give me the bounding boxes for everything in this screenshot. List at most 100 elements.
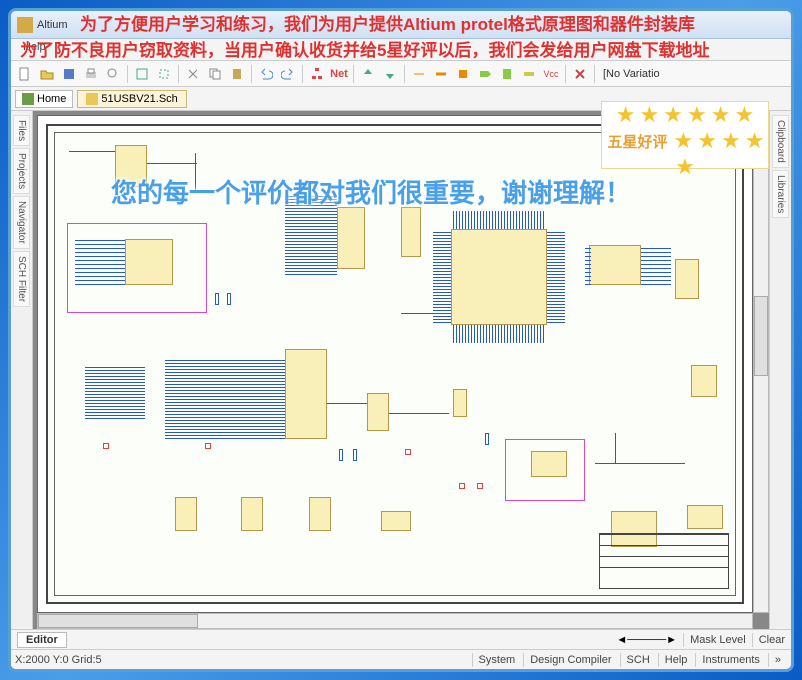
- place-wire-icon[interactable]: [409, 64, 429, 84]
- ic-component: [175, 497, 197, 531]
- ic-component: [453, 389, 467, 417]
- horizontal-scrollbar[interactable]: [37, 613, 753, 629]
- star-icon: ★: [711, 102, 731, 128]
- ic-component: [691, 365, 717, 397]
- ic-component: [125, 239, 173, 285]
- hierarchy-icon[interactable]: [307, 64, 327, 84]
- tab-projects[interactable]: Projects: [13, 148, 30, 194]
- down-icon[interactable]: [380, 64, 400, 84]
- tab-files[interactable]: Files: [13, 115, 30, 146]
- redo-icon[interactable]: [278, 64, 298, 84]
- wire: [147, 163, 197, 164]
- toolbar: Net Vcc [No Variatio: [11, 61, 791, 87]
- panel-sch[interactable]: SCH: [620, 653, 656, 667]
- ic-component: [381, 511, 411, 531]
- ic-component: [241, 497, 263, 531]
- app-icon: [17, 17, 33, 33]
- copy-icon[interactable]: [205, 64, 225, 84]
- open-icon[interactable]: [37, 64, 57, 84]
- overlay-text-2: 为了防不良用户窃取资料，当用户确认收货并给5星好评以后，我们会发给用户网盘下载地…: [20, 36, 792, 61]
- wire: [69, 151, 115, 152]
- star-icon: ★: [674, 128, 694, 154]
- pin-cluster: [547, 231, 565, 323]
- ic-component: [285, 349, 327, 439]
- cross-icon[interactable]: [570, 64, 590, 84]
- wire: [615, 433, 616, 463]
- panel-design-compiler[interactable]: Design Compiler: [523, 653, 617, 667]
- zoom-area-icon[interactable]: [154, 64, 174, 84]
- tab-clipboard[interactable]: Clipboard: [772, 115, 789, 168]
- place-power-icon[interactable]: Vcc: [541, 64, 561, 84]
- statusbar: X:2000 Y:0 Grid:5 System Design Compiler…: [11, 649, 791, 669]
- scroll-thumb[interactable]: [754, 296, 768, 376]
- editor-tab-bar: Editor ◄─────► Mask Level Clear: [11, 629, 791, 649]
- separator: [251, 65, 252, 83]
- vertical-scrollbar[interactable]: [753, 115, 769, 613]
- home-button[interactable]: Home: [15, 90, 73, 108]
- panel-instruments[interactable]: Instruments: [695, 653, 765, 667]
- star-icon: ★: [640, 102, 660, 128]
- star-icon: ★: [616, 102, 636, 128]
- star-icon: ★: [745, 128, 765, 154]
- star-icon: ★: [687, 102, 707, 128]
- cut-icon[interactable]: [183, 64, 203, 84]
- right-panel-rail: Clipboard Libraries: [769, 111, 791, 629]
- tab-libraries[interactable]: Libraries: [772, 170, 789, 218]
- document-tab[interactable]: 51USBV21.Sch: [77, 90, 186, 108]
- place-part-icon[interactable]: [453, 64, 473, 84]
- home-icon: [22, 93, 34, 105]
- capacitor: [103, 443, 109, 449]
- ic-component: [675, 259, 699, 299]
- paste-icon[interactable]: [227, 64, 247, 84]
- panel-system[interactable]: System: [472, 653, 522, 667]
- document-tab-label: 51USBV21.Sch: [101, 93, 177, 105]
- wire: [389, 413, 449, 414]
- slider-icon[interactable]: ◄─────►: [610, 634, 683, 646]
- separator: [565, 65, 566, 83]
- up-icon[interactable]: [358, 64, 378, 84]
- separator: [404, 65, 405, 83]
- place-sheet-icon[interactable]: [497, 64, 517, 84]
- save-icon[interactable]: [59, 64, 79, 84]
- net-icon[interactable]: Net: [329, 64, 349, 84]
- app-title: Altium: [37, 19, 68, 31]
- zoom-fit-icon[interactable]: [132, 64, 152, 84]
- place-bus-icon[interactable]: [431, 64, 451, 84]
- wire: [595, 463, 685, 464]
- panel-help[interactable]: Help: [658, 653, 694, 667]
- ic-component: [531, 451, 567, 477]
- ic-component: [589, 245, 641, 285]
- pin-cluster: [433, 231, 451, 323]
- star-icon: ★: [721, 128, 741, 154]
- wire: [327, 403, 367, 404]
- schematic-icon: [86, 93, 98, 105]
- pin-cluster: [453, 211, 545, 229]
- mask-level-button[interactable]: Mask Level: [683, 633, 752, 647]
- app-window: Altium Help Net Vcc: [8, 8, 794, 672]
- place-port-icon[interactable]: [475, 64, 495, 84]
- place-netlabel-icon[interactable]: [519, 64, 539, 84]
- scroll-thumb[interactable]: [38, 614, 198, 628]
- preview-icon[interactable]: [103, 64, 123, 84]
- clear-button[interactable]: Clear: [752, 633, 791, 647]
- resistor: [339, 449, 343, 461]
- separator: [178, 65, 179, 83]
- panel-more-icon[interactable]: »: [768, 653, 787, 667]
- resistor: [353, 449, 357, 461]
- tab-editor[interactable]: Editor: [17, 632, 67, 648]
- print-icon[interactable]: [81, 64, 101, 84]
- tab-navigator[interactable]: Navigator: [13, 196, 30, 249]
- variation-combo[interactable]: [No Variatio: [599, 68, 664, 80]
- resistor: [227, 293, 231, 305]
- new-icon[interactable]: [15, 64, 35, 84]
- tab-sch-filter[interactable]: SCH Filter: [13, 251, 30, 307]
- star-icon: ★: [663, 102, 683, 128]
- title-block: [599, 533, 729, 589]
- overlay-text-1: 为了方便用户学习和练习，我们为用户提供Altium protel格式原理图和器件…: [80, 10, 792, 35]
- ic-main: [451, 229, 547, 325]
- ic-component: [401, 207, 421, 257]
- pin-cluster: [585, 245, 591, 285]
- ic-component: [309, 497, 331, 531]
- ic-component: [367, 393, 389, 431]
- undo-icon[interactable]: [256, 64, 276, 84]
